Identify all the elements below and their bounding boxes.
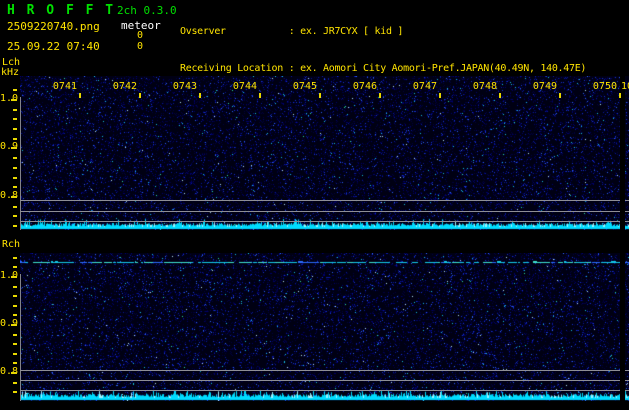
time-label: 0750 [569,81,617,92]
minor-freq-tick [13,314,17,316]
app-title: H R O F F T [7,3,115,18]
minor-freq-tick [13,215,17,217]
minor-freq-tick [13,382,17,384]
major-freq-tick [11,324,17,326]
minute-tick [619,93,621,98]
time-label: 0746 [329,81,377,92]
rch-grid-line-3 [20,390,629,391]
minute-tick [499,93,501,98]
major-freq-tick [11,147,17,149]
rch-grid-line-2 [20,380,629,381]
minor-freq-tick [13,295,17,297]
major-freq-tick [11,372,17,374]
time-label: 0749 [509,81,557,92]
time-label: 0743 [149,81,197,92]
rch-axis-label: Rch [2,239,20,250]
lch-spectrogram-canvas [20,76,629,230]
minute-tick [439,93,441,98]
minute-tick [79,93,81,98]
minor-freq-tick [13,138,17,140]
minor-freq-tick [13,128,17,130]
lch-spectrogram-panel: 0741 0742 0743 0744 0745 0746 0747 0748 0749 0750… [20,76,629,230]
rch-wrap-gap [620,253,625,401]
partial-time-label: 10 [621,81,629,92]
minor-freq-tick [13,225,17,227]
rch-echo-count: 0 [125,41,155,52]
time-label: 0745 [269,81,317,92]
minor-freq-tick [13,286,17,288]
time-label: 0741 [29,81,77,92]
minor-freq-tick [13,89,17,91]
lch-grid-line-3 [20,221,629,222]
minor-freq-tick [13,353,17,355]
minor-freq-tick [13,118,17,120]
minor-freq-tick [13,266,17,268]
rch-left-border-line [20,274,21,401]
rch-spectrogram-panel [20,253,629,401]
lch-wrap-gap [620,76,625,230]
time-label: 0744 [209,81,257,92]
rch-grid-line-1 [20,370,629,371]
lch-grid-line-1 [20,200,629,201]
minor-freq-tick [13,343,17,345]
minor-freq-tick [13,109,17,111]
major-freq-tick [11,196,17,198]
time-label: 0748 [449,81,497,92]
lch-grid-line-2 [20,211,629,212]
major-freq-tick [11,276,17,278]
minor-freq-tick [13,206,17,208]
minor-freq-tick [13,177,17,179]
lch-echo-count: 0 [125,30,155,41]
minute-tick [139,93,141,98]
minute-tick [259,93,261,98]
minor-freq-tick [13,157,17,159]
khz-unit-label: kHz [1,67,19,78]
filename-label: 2509220740.png [7,20,100,33]
minor-freq-tick [13,186,17,188]
location-line: Receiving Location : ex. Aomori City Aom… [180,63,615,75]
rch-spectrogram-canvas [20,253,629,401]
minute-tick [319,93,321,98]
minor-freq-tick [13,257,17,259]
minute-tick [559,93,561,98]
datetime-label: 25.09.22 07:40 [7,40,100,53]
time-label: 0742 [89,81,137,92]
minute-tick [199,93,201,98]
observer-line: Ovserver : ex. JR7CYX [ kid ] [180,26,615,38]
minute-tick [379,93,381,98]
app-version: 2ch 0.3.0 [117,4,177,17]
time-label: 0747 [389,81,437,92]
minor-freq-tick [13,334,17,336]
minor-freq-tick [13,362,17,364]
minor-freq-tick [13,167,17,169]
hrofft-screen: H R O F F T 2ch 0.3.0 2509220740.png met… [0,0,629,410]
minor-freq-tick [13,391,17,393]
minor-freq-tick [13,305,17,307]
major-freq-tick [11,99,17,101]
